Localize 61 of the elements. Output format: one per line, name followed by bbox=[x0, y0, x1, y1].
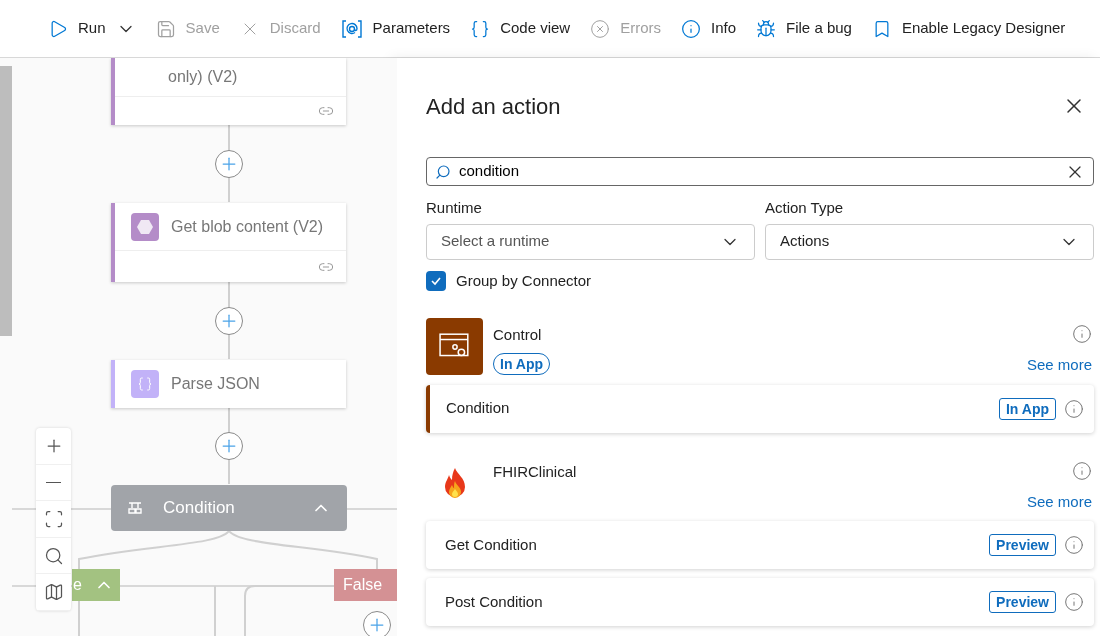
action-card[interactable]: Get blob content (V2) bbox=[111, 203, 346, 282]
search-icon bbox=[43, 545, 64, 566]
field-label: Runtime bbox=[426, 198, 483, 218]
action-name: Get Condition bbox=[445, 534, 538, 555]
checkbox-label: Group by Connector bbox=[456, 270, 592, 291]
info-icon[interactable] bbox=[1072, 324, 1092, 344]
search-field[interactable]: condition bbox=[426, 157, 1094, 186]
node-title: Get blob content (V2) bbox=[171, 216, 324, 237]
action-item[interactable]: Post Condition Preview bbox=[426, 578, 1094, 626]
action-name: Post Condition bbox=[445, 591, 544, 612]
search-icon bbox=[435, 163, 451, 180]
action-item[interactable]: Condition In App bbox=[426, 384, 1094, 433]
badge: In App bbox=[998, 397, 1056, 420]
condition-icon bbox=[127, 500, 143, 516]
toolbar-button[interactable]: Info bbox=[681, 17, 737, 40]
toolbar-button[interactable]: Code view bbox=[470, 17, 571, 40]
badge: Preview bbox=[989, 591, 1056, 613]
checkbox[interactable] bbox=[426, 270, 446, 291]
info-icon[interactable] bbox=[1064, 535, 1084, 555]
connector-name: FHIRClinical bbox=[493, 461, 577, 482]
node-title: Parse JSON bbox=[171, 373, 260, 394]
dropdown[interactable]: Select a runtime bbox=[426, 223, 755, 260]
action-card[interactable]: Parse JSON bbox=[111, 360, 346, 408]
action-name: Condition bbox=[446, 398, 511, 419]
info-icon[interactable] bbox=[1064, 592, 1084, 612]
add-step-button[interactable] bbox=[215, 307, 243, 335]
save-icon bbox=[155, 18, 176, 39]
action-item[interactable]: Get Condition Preview bbox=[426, 521, 1094, 569]
connector-name: Control bbox=[493, 325, 542, 345]
variable-icon bbox=[131, 369, 159, 398]
info-icon[interactable] bbox=[1064, 398, 1084, 419]
braces-icon bbox=[470, 18, 491, 39]
node-title: Condition bbox=[163, 497, 235, 520]
blob-icon bbox=[131, 212, 159, 241]
error-icon bbox=[590, 18, 611, 39]
map-icon bbox=[43, 582, 64, 603]
search-input[interactable]: condition bbox=[459, 160, 1057, 183]
info-icon bbox=[681, 18, 701, 39]
badge: Preview bbox=[989, 534, 1056, 556]
node-title: only) (V2) bbox=[168, 67, 238, 87]
see-more-link[interactable]: See more bbox=[1026, 354, 1092, 377]
dropdown[interactable]: Actions bbox=[765, 223, 1094, 260]
bug-icon bbox=[756, 18, 777, 39]
info-icon[interactable] bbox=[1072, 460, 1092, 481]
minus-icon bbox=[46, 481, 61, 484]
at-sign-icon bbox=[340, 18, 363, 39]
see-more-link[interactable]: See more bbox=[1026, 490, 1092, 513]
panel-title: Add an action bbox=[426, 92, 561, 121]
scrollbar[interactable] bbox=[0, 66, 12, 336]
flame-icon bbox=[442, 467, 467, 499]
toolbar-button[interactable]: Parameters bbox=[340, 17, 451, 40]
action-card[interactable]: only) (V2) bbox=[111, 58, 346, 125]
add-step-button[interactable] bbox=[215, 432, 243, 460]
fit-view-icon bbox=[43, 509, 64, 529]
toolbar-button[interactable]: Enable Legacy Designer bbox=[871, 17, 1066, 40]
toolbar-button[interactable]: Run bbox=[48, 17, 106, 40]
field-label: Action Type bbox=[765, 198, 845, 218]
toolbar-button[interactable]: File a bug bbox=[756, 17, 852, 40]
add-step-button[interactable] bbox=[215, 150, 243, 178]
add-step-button[interactable] bbox=[363, 611, 391, 636]
connector-icon bbox=[426, 318, 483, 375]
